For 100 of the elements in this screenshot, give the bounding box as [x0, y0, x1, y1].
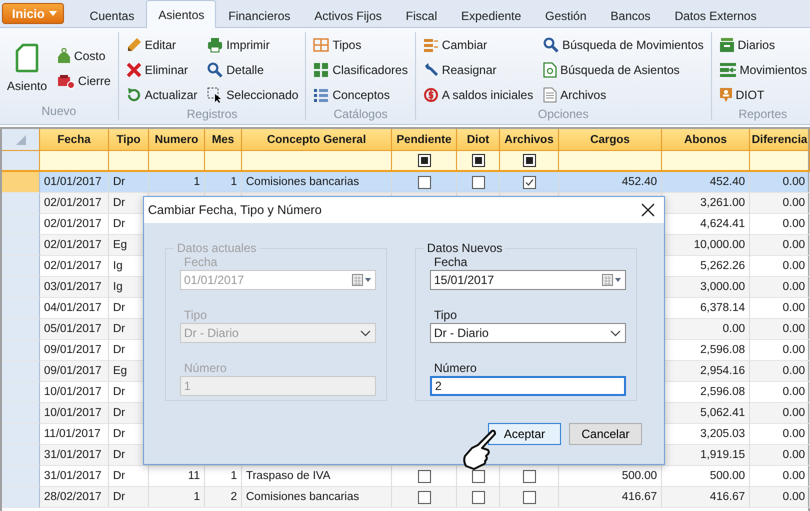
checkbox[interactable] [472, 490, 484, 504]
table-row[interactable]: 31/01/2017 Dr 11 1 Traspaso de IVA 500.00 500.00 0.00 [2, 466, 808, 487]
row-header[interactable] [2, 214, 40, 235]
document-icon [15, 43, 40, 73]
row-header[interactable] [2, 361, 40, 382]
refresh-icon [126, 86, 142, 102]
ribbon-tab[interactable]: Activos Fijos [302, 2, 394, 28]
ribbon-button[interactable]: Costo [54, 43, 114, 68]
table-cell: 416.67 [662, 487, 750, 508]
arrow-list-icon [718, 62, 737, 78]
ribbon-button[interactable]: Cierre [54, 68, 114, 93]
ribbon-button[interactable]: Conceptos [310, 82, 411, 107]
row-header[interactable] [2, 235, 40, 256]
ribbon-button[interactable]: Cambiar [420, 32, 536, 57]
price-tag-icon [57, 48, 72, 64]
chevron-down-icon [610, 330, 621, 336]
ribbon-button[interactable]: Asiento [4, 32, 50, 104]
group-label: Opciones [536, 107, 590, 121]
input-field[interactable]: 2 [430, 376, 626, 396]
delete-icon [126, 62, 142, 78]
ribbon-button[interactable]: Diarios [716, 32, 810, 57]
ribbon-button[interactable]: Editar [122, 32, 200, 57]
selection-icon [207, 86, 224, 102]
list-icon [313, 86, 330, 102]
group-label: Reportes [737, 107, 788, 121]
ribbon-button[interactable]: DIOT [716, 82, 810, 107]
ribbon-button[interactable]: Búsqueda de Movimientos [540, 32, 707, 57]
checkbox[interactable] [522, 490, 536, 504]
group-title: Datos Nuevos [426, 241, 504, 255]
ribbon-button[interactable]: Actualizar [122, 82, 200, 107]
row-header[interactable] [2, 424, 40, 445]
group-title: Datos actuales [176, 241, 258, 255]
table-cell: 0.00 [750, 487, 810, 508]
checkbox[interactable] [472, 470, 484, 482]
caret-icon [48, 11, 57, 16]
ribbon-tab[interactable]: Asientos [146, 0, 216, 28]
ribbon-tab[interactable]: Gestión [533, 2, 599, 28]
date-field[interactable]: 15/01/2017 [430, 270, 626, 290]
row-header[interactable] [2, 487, 40, 508]
ribbon-button[interactable]: Movimientos [716, 57, 810, 82]
ribbon-tab[interactable]: Expediente [449, 2, 534, 28]
row-header[interactable] [2, 319, 40, 340]
field-label: Tipo [434, 308, 458, 322]
ribbon-tab[interactable]: Bancos [598, 2, 663, 28]
checkbox[interactable] [418, 176, 430, 188]
close-icon[interactable] [640, 202, 656, 218]
pencil-icon [126, 36, 142, 52]
checkbox[interactable] [418, 470, 430, 482]
row-header[interactable] [2, 466, 40, 487]
table-row[interactable]: 01/01/2017 Dr 1 1 Comisiones bancarias 452.40 452.40 0.00 [2, 172, 808, 193]
table-row[interactable]: 28/02/2017 Dr 1 2 Comisiones bancarias 416.67 416.67 0.00 [2, 487, 808, 508]
register-icon [57, 72, 76, 88]
ribbon-button[interactable]: Eliminar [122, 57, 200, 82]
ribbon-button[interactable]: Reasignar [420, 57, 536, 82]
checkbox[interactable] [472, 176, 484, 188]
ribbon-button[interactable]: Búsqueda de Asientos [540, 57, 707, 82]
row-header[interactable] [2, 445, 40, 466]
group-label: Registros [186, 107, 238, 121]
select-all-icon[interactable] [16, 134, 26, 144]
ribbon-tab[interactable]: Financieros [216, 2, 302, 28]
chevron-down-icon [360, 330, 371, 336]
field-label: Fecha [184, 255, 218, 269]
ribbon-button[interactable]: Detalle [204, 57, 302, 82]
row-header[interactable] [2, 172, 40, 193]
filter-checkbox[interactable] [522, 154, 536, 167]
printer-icon [207, 36, 224, 52]
ribbon-button[interactable]: Tipos [310, 32, 411, 57]
row-header[interactable] [2, 403, 40, 424]
ribbon-button[interactable]: Imprimir [204, 32, 302, 57]
ribbon-tab[interactable]: Datos Externos [662, 2, 769, 28]
ribbon-button[interactable]: A saldos iniciales [420, 82, 536, 107]
row-header[interactable] [2, 382, 40, 403]
search-icon [543, 36, 560, 52]
dropdown[interactable]: Dr - Diario [430, 323, 626, 343]
filter-checkbox[interactable] [472, 154, 484, 167]
table-cell: 28/02/2017 [40, 487, 109, 508]
ribbon-tab[interactable]: Cuentas [78, 2, 146, 28]
row-header[interactable] [2, 340, 40, 361]
checkbox[interactable] [522, 470, 536, 482]
filter-checkbox[interactable] [418, 154, 430, 167]
dialog-button[interactable]: Aceptar [488, 423, 561, 445]
wrench-icon [422, 62, 439, 78]
row-header[interactable] [2, 193, 40, 214]
ribbon-button[interactable]: Clasificadores [310, 57, 411, 82]
ribbon-button[interactable]: Archivos [540, 82, 707, 107]
hand-cursor-icon [462, 428, 498, 470]
calendar-dropdown-icon [602, 274, 622, 286]
table-cell: Comisiones bancarias [242, 487, 392, 508]
dialog-button[interactable]: Cancelar [569, 423, 642, 445]
field-label: Número [184, 361, 228, 375]
row-header[interactable] [2, 298, 40, 319]
field-label: Fecha [434, 255, 468, 269]
document-search-icon [543, 62, 558, 78]
checkbox[interactable] [418, 490, 430, 504]
checkbox[interactable] [522, 176, 536, 188]
row-header[interactable] [2, 277, 40, 298]
table-icon [313, 36, 330, 52]
ribbon-button[interactable]: Seleccionado [204, 82, 302, 107]
row-header[interactable] [2, 256, 40, 277]
ribbon-tab[interactable]: Fiscal [394, 2, 450, 28]
